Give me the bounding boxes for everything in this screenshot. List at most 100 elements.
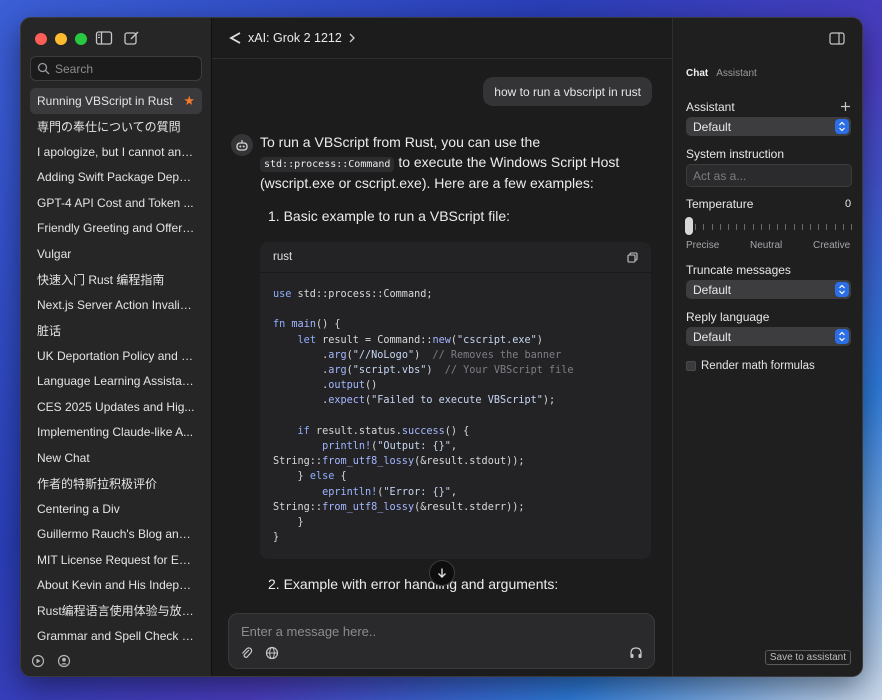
slider-tick xyxy=(752,224,754,230)
system-instruction-input[interactable]: Act as a... xyxy=(686,164,852,187)
copy-icon[interactable] xyxy=(627,251,638,263)
assistant-select[interactable]: Default xyxy=(686,117,851,136)
sidebar-footer xyxy=(31,654,71,668)
chat-list-item[interactable]: Vulgar xyxy=(30,241,202,267)
chat-list-item[interactable]: Next.js Server Action Invalid... xyxy=(30,292,202,318)
chat-list-item[interactable]: 作者的特斯拉积极评价 xyxy=(30,471,202,497)
code-header: rust xyxy=(260,242,651,273)
slider-tick xyxy=(810,224,811,230)
chat-list-item[interactable]: Adding Swift Package Depe... xyxy=(30,165,202,191)
tab-chat[interactable]: Chat xyxy=(686,68,708,79)
slider-tick xyxy=(728,224,729,230)
globe-icon[interactable] xyxy=(265,646,279,660)
search-input[interactable]: Search xyxy=(30,56,202,81)
slider-tick xyxy=(801,224,803,230)
model-selector[interactable]: xAI: Grok 2 1212 xyxy=(248,31,342,45)
truncate-select[interactable]: Default xyxy=(686,280,851,299)
chat-list-item[interactable]: UK Deportation Policy and C... xyxy=(30,343,202,369)
chat-list-item-label: Adding Swift Package Depe... xyxy=(37,170,195,185)
reply-language-select[interactable]: Default xyxy=(686,327,851,346)
truncate-label: Truncate messages xyxy=(686,263,791,277)
sidebar-toggle-icon[interactable] xyxy=(95,30,113,46)
slider-tick xyxy=(834,224,836,230)
temperature-value: 0 xyxy=(845,198,852,210)
tab-assistant[interactable]: Assistant xyxy=(716,68,757,79)
chat-list-item-label: Vulgar xyxy=(37,246,72,261)
chat-list-item[interactable]: GPT-4 API Cost and Token ... xyxy=(30,190,202,216)
panel-tabs: Chat Assistant xyxy=(686,68,757,79)
chat-list-item-label: Running VBScript in Rust xyxy=(37,93,173,108)
slider-tick xyxy=(818,224,820,230)
system-instruction-placeholder: Act as a... xyxy=(693,168,747,183)
temperature-slider-thumb[interactable] xyxy=(685,217,693,235)
chat-list-item-label: GPT-4 API Cost and Token ... xyxy=(37,195,194,210)
chat-list-item-label: Guillermo Rauch's Blog and ... xyxy=(37,527,195,542)
star-icon[interactable]: ★ xyxy=(183,93,195,109)
chat-list-item-label: Centering a Div xyxy=(37,501,120,516)
render-math-option[interactable]: Render math formulas xyxy=(686,360,815,372)
chat-list-item[interactable]: I apologize, but I cannot and... xyxy=(30,139,202,165)
list-item-1: 1. Basic example to run a VBScript file: xyxy=(268,208,510,224)
app-window: Search Running VBScript in Rust ★ 専門の奉仕につい… xyxy=(20,17,863,677)
render-math-checkbox[interactable] xyxy=(686,361,696,371)
select-chevron-icon xyxy=(835,282,849,297)
chat-list-item[interactable]: Language Learning Assistan... xyxy=(30,369,202,395)
chat-list-item[interactable]: Grammar and Spell Check R... xyxy=(30,624,202,650)
chat-list-item-label: Grammar and Spell Check R... xyxy=(37,629,195,644)
scroll-down-button[interactable] xyxy=(429,560,455,586)
sidebar: Search Running VBScript in Rust ★ 専門の奉仕につい… xyxy=(21,18,212,676)
chat-list-item-label: 脏话 xyxy=(37,323,62,338)
chat-list-item[interactable]: 快速入门 Rust 编程指南 xyxy=(30,267,202,293)
chat-list-item[interactable]: New Chat xyxy=(30,445,202,471)
reply-language-value: Default xyxy=(693,329,732,344)
close-window-button[interactable] xyxy=(35,33,47,45)
chat-list-item-label: MIT License Request for EG... xyxy=(37,552,195,567)
minimize-window-button[interactable] xyxy=(55,33,67,45)
slider-tick xyxy=(719,224,721,230)
chat-list-item[interactable]: Friendly Greeting and Offer ... xyxy=(30,216,202,242)
chevron-right-icon[interactable] xyxy=(348,33,356,43)
message-composer[interactable]: Enter a message here.. xyxy=(228,613,655,669)
attach-icon[interactable] xyxy=(240,646,253,660)
user-message: how to run a vbscript in rust xyxy=(483,77,652,106)
add-assistant-icon[interactable] xyxy=(840,101,851,112)
new-chat-icon[interactable] xyxy=(123,30,141,46)
search-icon xyxy=(37,62,50,75)
chat-list-item[interactable]: CES 2025 Updates and Hig... xyxy=(30,394,202,420)
chat-list-item[interactable]: Implementing Claude-like A... xyxy=(30,420,202,446)
select-chevron-icon xyxy=(835,329,849,344)
slider-tick xyxy=(703,224,705,230)
arrow-down-icon xyxy=(438,568,446,578)
chat-list-item-label: Language Learning Assistan... xyxy=(37,374,195,389)
system-instruction-label: System instruction xyxy=(686,147,785,161)
slider-tick xyxy=(736,224,738,230)
chat-list-item[interactable]: Running VBScript in Rust ★ xyxy=(30,88,202,114)
chat-list-item[interactable]: MIT License Request for EG... xyxy=(30,547,202,573)
chat-main: xAI: Grok 2 1212 how to run a vbscript i… xyxy=(212,18,672,676)
chat-list-item[interactable]: Rust编程语言使用体验与放弃... xyxy=(30,598,202,624)
message-input[interactable]: Enter a message here.. xyxy=(241,624,376,639)
chat-list-item[interactable]: 脏话 xyxy=(30,318,202,344)
chat-list-item[interactable]: Guillermo Rauch's Blog and ... xyxy=(30,522,202,548)
right-panel-toggle-icon[interactable] xyxy=(829,32,845,45)
list-item-2: 2. Example with error handling and argum… xyxy=(268,576,559,592)
settings-icon[interactable] xyxy=(31,654,45,668)
chat-list-item-label: New Chat xyxy=(37,450,90,465)
zoom-window-button[interactable] xyxy=(75,33,87,45)
temp-label-neutral: Neutral xyxy=(750,240,783,251)
save-to-assistant-button[interactable]: Save to assistant xyxy=(764,650,851,665)
headphones-icon[interactable] xyxy=(629,646,643,660)
slider-tick xyxy=(711,224,713,230)
slider-tick xyxy=(826,224,828,230)
model-provider-icon xyxy=(229,32,241,44)
chat-list-item[interactable]: About Kevin and His Indepe... xyxy=(30,573,202,599)
chat-list-item[interactable]: Centering a Div xyxy=(30,496,202,522)
temp-label-creative: Creative xyxy=(813,240,851,251)
slider-tick xyxy=(842,224,844,230)
chat-list-item-label: CES 2025 Updates and Hig... xyxy=(37,399,195,414)
chat-list-item-label: Rust编程语言使用体验与放弃... xyxy=(37,604,195,619)
assistant-answer-intro: To run a VBScript from Rust, you can use… xyxy=(260,133,652,194)
chat-list-item[interactable]: 専門の奉仕についての質問 xyxy=(30,114,202,140)
account-icon[interactable] xyxy=(57,654,71,668)
temperature-label: Temperature xyxy=(686,197,754,211)
